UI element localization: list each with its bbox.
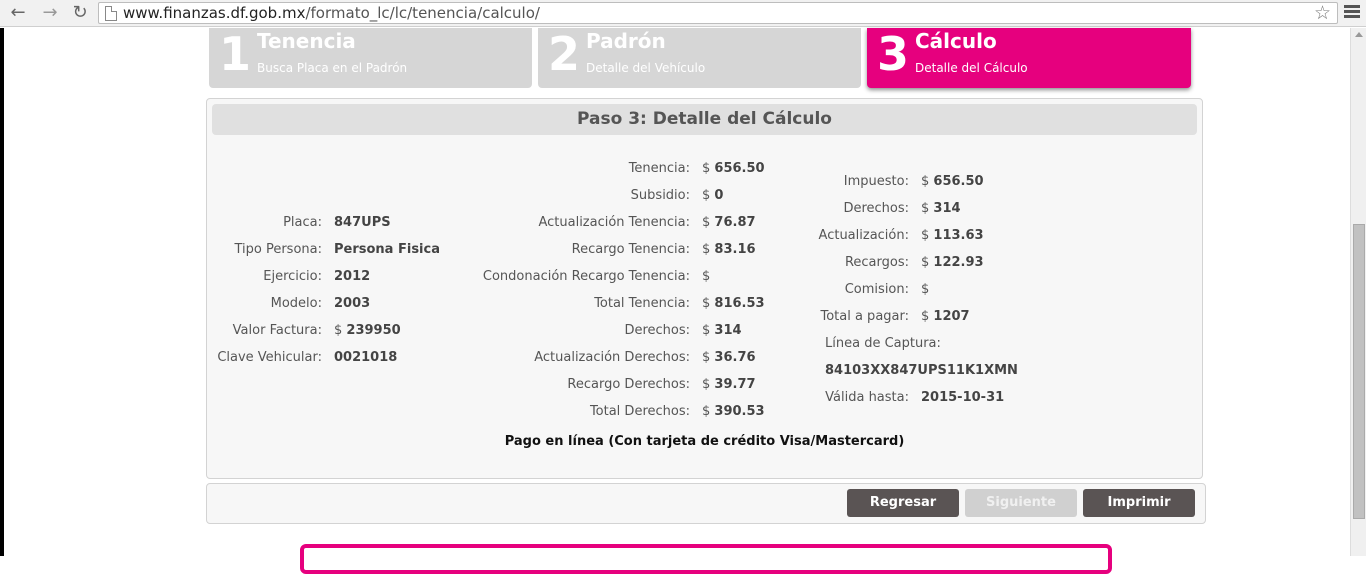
forward-arrow-icon[interactable]: → bbox=[40, 3, 60, 23]
row-value: 1207 bbox=[933, 309, 970, 324]
row-value: 2015-10-31 bbox=[921, 390, 1005, 405]
row-label: Impuesto: bbox=[843, 174, 909, 189]
step-number: 1 bbox=[219, 27, 252, 81]
detail-row: Comision: $ bbox=[0, 281, 1100, 299]
scroll-up-icon[interactable] bbox=[1355, 32, 1363, 37]
row-label: Comision: bbox=[844, 282, 909, 297]
address-bar[interactable]: www.finanzas.df.gob.mx/formato_lc/lc/ten… bbox=[98, 2, 1338, 24]
scrollbar[interactable] bbox=[1350, 28, 1366, 556]
online-payment-text: Pago en línea (Con tarjeta de crédito Vi… bbox=[504, 434, 905, 449]
currency-sign: $ bbox=[921, 282, 930, 297]
step-number: 2 bbox=[548, 27, 581, 81]
payment-box bbox=[300, 544, 1112, 574]
row-label: Válida hasta: bbox=[825, 390, 909, 405]
step-subtitle: Detalle del Vehículo bbox=[586, 61, 706, 75]
imprimir-button[interactable]: Imprimir bbox=[1083, 489, 1195, 517]
panel-title: Paso 3: Detalle del Cálculo bbox=[212, 104, 1197, 135]
step-padron[interactable]: 2 Padrón Detalle del Vehículo bbox=[538, 28, 861, 88]
valida-hasta-row: Válida hasta: 2015-10-31 bbox=[0, 389, 1100, 407]
row-label: Total a pagar: bbox=[820, 309, 909, 324]
menu-icon[interactable] bbox=[1344, 3, 1360, 23]
row-label: Derechos: bbox=[843, 201, 909, 216]
url-host: www.finanzas.df.gob.mx bbox=[123, 4, 306, 22]
bookmark-star-icon[interactable]: ☆ bbox=[1314, 2, 1331, 24]
back-arrow-icon[interactable]: ← bbox=[8, 3, 28, 23]
row-label: Actualización: bbox=[818, 228, 909, 243]
currency-sign: $ bbox=[921, 201, 930, 216]
currency-sign: $ bbox=[702, 350, 711, 365]
step-calculo[interactable]: 3 Cálculo Detalle del Cálculo bbox=[867, 28, 1191, 88]
detail-row: Recargos: $ 122.93 bbox=[0, 254, 1100, 272]
step-title: Cálculo bbox=[915, 29, 997, 53]
linea-captura-value: 84103XX847UPS11K1XMN bbox=[825, 363, 1018, 378]
row-value: 656.50 bbox=[933, 174, 984, 189]
detail-row: Actualización Derechos: $ 36.76 bbox=[0, 349, 900, 367]
currency-sign: $ bbox=[921, 228, 930, 243]
step-subtitle: Detalle del Cálculo bbox=[915, 61, 1028, 75]
step-tenencia[interactable]: 1 Tenencia Busca Placa en el Padrón bbox=[209, 28, 532, 88]
row-value: 314 bbox=[933, 201, 961, 216]
detail-row: Actualización: $ 113.63 bbox=[0, 227, 1100, 245]
step-subtitle: Busca Placa en el Padrón bbox=[257, 61, 408, 75]
currency-sign: $ bbox=[921, 255, 930, 270]
step-number: 3 bbox=[877, 27, 910, 81]
regresar-button[interactable]: Regresar bbox=[847, 489, 959, 517]
reload-icon[interactable]: ↻ bbox=[70, 3, 90, 23]
siguiente-button[interactable]: Siguiente bbox=[965, 489, 1077, 517]
browser-toolbar: ← → ↻ www.finanzas.df.gob.mx/formato_lc/… bbox=[0, 0, 1366, 27]
row-label: Actualización Derechos: bbox=[534, 350, 690, 365]
detail-row: Total a pagar: $ 1207 bbox=[0, 308, 1100, 326]
linea-captura-label: Línea de Captura: bbox=[825, 336, 941, 351]
row-value: 36.76 bbox=[714, 350, 756, 365]
currency-sign: $ bbox=[921, 309, 930, 324]
detail-row: Derechos: $ 314 bbox=[0, 200, 1100, 218]
row-value: 113.63 bbox=[933, 228, 984, 243]
row-value: 122.93 bbox=[933, 255, 984, 270]
detail-row: Impuesto: $ 656.50 bbox=[0, 173, 1100, 191]
url-text[interactable]: www.finanzas.df.gob.mx/formato_lc/lc/ten… bbox=[123, 4, 540, 22]
url-path: /formato_lc/lc/tenencia/calculo/ bbox=[305, 4, 540, 22]
currency-sign: $ bbox=[921, 174, 930, 189]
row-label: Recargos: bbox=[844, 255, 909, 270]
scrollbar-thumb[interactable] bbox=[1353, 224, 1365, 519]
step-title: Tenencia bbox=[257, 29, 356, 53]
page-icon bbox=[105, 6, 117, 21]
step-title: Padrón bbox=[586, 29, 666, 53]
